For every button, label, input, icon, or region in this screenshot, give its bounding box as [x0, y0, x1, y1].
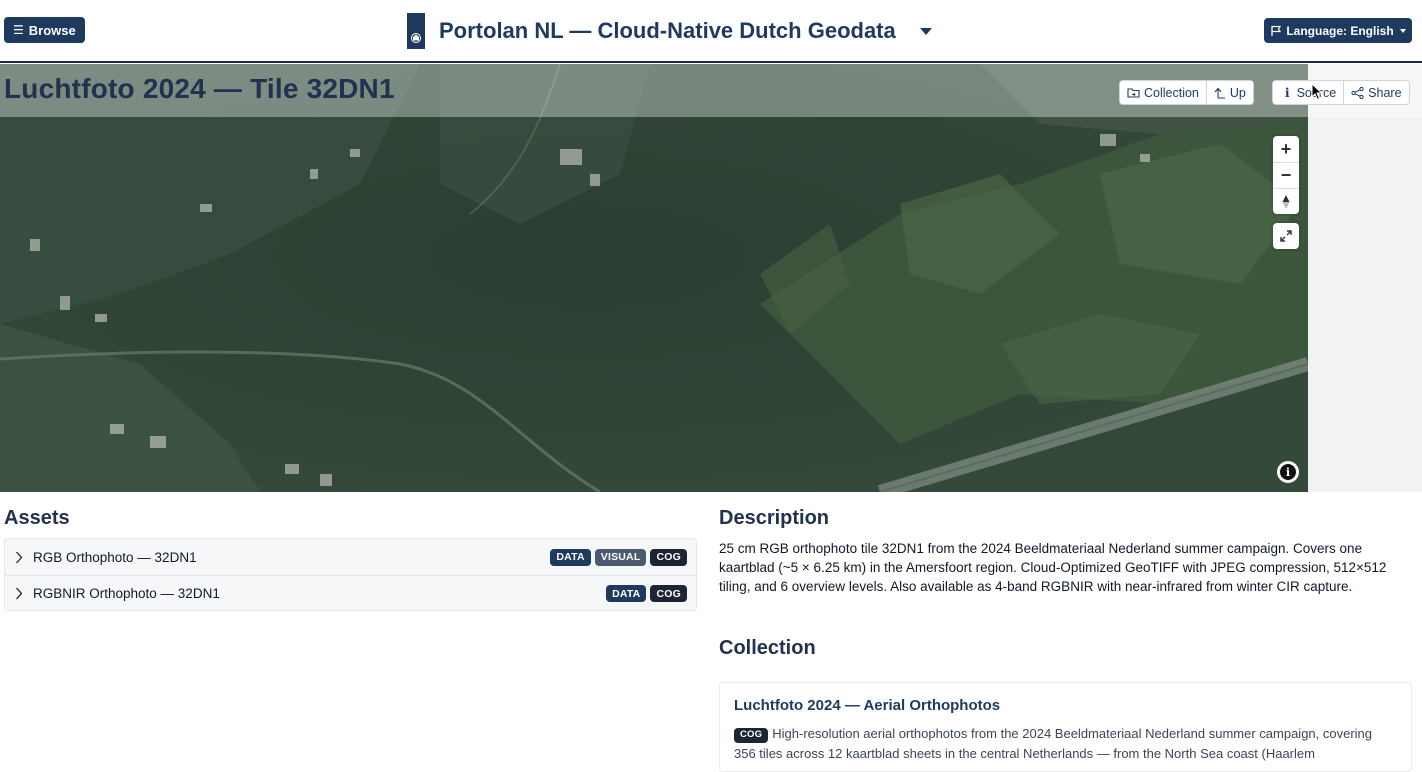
badge-cog: COG [734, 727, 769, 743]
description-text: 25 cm RGB orthophoto tile 32DN1 from the… [719, 541, 1387, 595]
crest-logo-icon [407, 13, 425, 49]
badge-visual: VISUAL [594, 548, 647, 566]
asset-label: RGBNIR Orthophoto — 32DN1 [33, 586, 220, 601]
collection-title-link[interactable]: Luchtfoto 2024 — Aerial Orthophotos [734, 697, 1000, 714]
map-side-panel [1308, 64, 1422, 492]
chevron-right-icon [16, 551, 23, 563]
collection-summary: COG High-resolution aerial orthophotos fr… [734, 724, 1394, 764]
badge-cog: COG [650, 548, 687, 566]
assets-heading: Assets [4, 507, 70, 529]
fullscreen-button[interactable] [1273, 223, 1299, 249]
nav-button-group: Collection Up [1119, 80, 1254, 105]
collection-heading: Collection [719, 637, 816, 659]
collection-label: Collection [1144, 85, 1199, 100]
chevron-right-icon [16, 587, 23, 600]
attribution-button[interactable]: i [1277, 461, 1299, 483]
mouse-cursor-icon [1311, 83, 1323, 101]
badge-data: DATA [606, 585, 647, 602]
zoom-out-button[interactable]: − [1273, 162, 1299, 188]
reset-north-button[interactable] [1273, 188, 1299, 214]
caret-down-icon [1399, 28, 1406, 33]
browse-button[interactable]: ☰ Browse [4, 17, 85, 43]
map-fullscreen-control [1273, 223, 1299, 249]
folder-icon [1127, 88, 1140, 98]
source-button[interactable]: i Source [1273, 81, 1344, 104]
arrow-up-left-icon [1214, 87, 1225, 99]
assets-list: RGB Orthophoto — 32DN1 DATA VISUAL COG R… [4, 538, 697, 611]
expand-icon [1280, 230, 1292, 242]
top-navbar: ☰ Browse Portolan NL — Cloud-Native Dutc… [0, 0, 1422, 63]
flag-icon [1271, 25, 1282, 36]
chevron-down-icon[interactable] [919, 27, 932, 35]
share-button[interactable]: Share [1343, 81, 1409, 104]
map-zoom-controls: + − [1273, 136, 1299, 214]
up-label: Up [1229, 85, 1246, 100]
asset-row-rgbnir[interactable]: RGBNIR Orthophoto — 32DN1 DATA COG [5, 575, 696, 611]
browse-label: Browse [28, 22, 76, 38]
share-label: Share [1368, 85, 1402, 100]
asset-label: RGB Orthophoto — 32DN1 [33, 549, 197, 565]
badge-data: DATA [550, 548, 591, 566]
collection-card[interactable]: Luchtfoto 2024 — Aerial Orthophotos COG H… [719, 682, 1412, 772]
language-dropdown[interactable]: Language: English [1264, 18, 1412, 43]
info-icon: i [1285, 85, 1290, 100]
language-label: Language: English [1286, 23, 1394, 38]
page-title: Luchtfoto 2024 — Tile 32DN1 [4, 73, 395, 104]
share-button-group: i Source Share [1272, 80, 1410, 105]
asset-row-rgb[interactable]: RGB Orthophoto — 32DN1 DATA VISUAL COG [5, 539, 696, 575]
zoom-in-button[interactable]: + [1273, 136, 1299, 162]
collection-button[interactable]: Collection [1120, 81, 1206, 104]
share-icon [1351, 86, 1364, 99]
brand[interactable]: Portolan NL — Cloud-Native Dutch Geodata [407, 12, 932, 50]
badge-cog: COG [650, 585, 687, 602]
app-title: Portolan NL — Cloud-Native Dutch Geodata [439, 18, 896, 43]
aerial-imagery [0, 64, 1308, 492]
info-circle-icon: i [1280, 464, 1296, 480]
menu-icon: ☰ [13, 23, 24, 37]
map-view[interactable] [0, 64, 1308, 492]
compass-icon [1282, 194, 1290, 209]
up-button[interactable]: Up [1205, 81, 1253, 104]
description-heading: Description [719, 507, 830, 529]
